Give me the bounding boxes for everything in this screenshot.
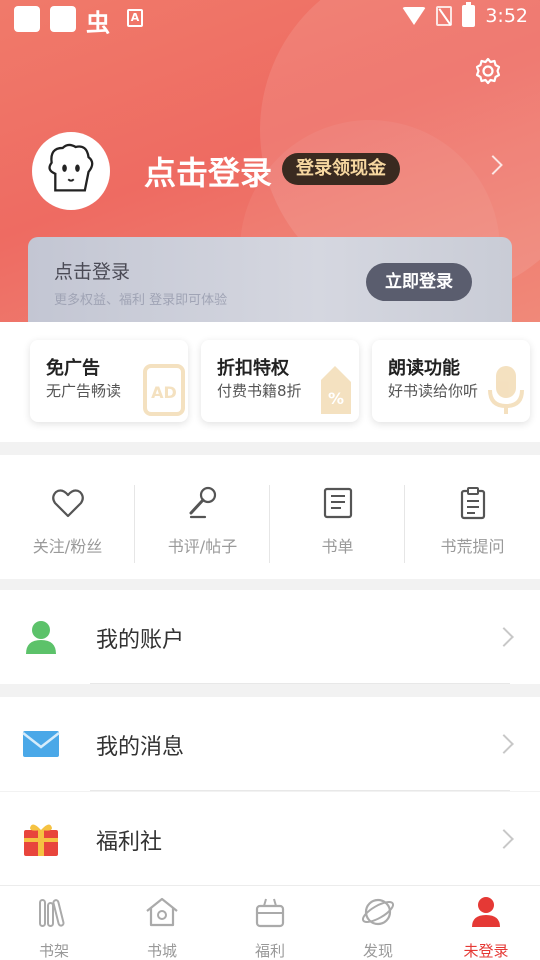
login-title[interactable]: 点击登录 — [144, 148, 272, 194]
svg-text:%: % — [328, 389, 344, 408]
tab-bookstore[interactable]: 书城 — [108, 894, 216, 960]
quick-action-label: 书单 — [321, 537, 354, 556]
perk-title: 免广告 — [46, 358, 100, 379]
menu-welfare-club[interactable]: 福利社 — [0, 792, 540, 886]
quick-book-request[interactable]: 书荒提问 — [405, 485, 540, 565]
tab-label: 书城 — [146, 942, 177, 960]
no-sim-icon — [436, 6, 453, 26]
gift-icon — [24, 824, 58, 856]
bottom-tab-bar: 书架 书城 福利 发现 未登录 — [0, 885, 540, 960]
quick-actions: 关注/粉丝 书评/帖子 书单 书荒提问 — [0, 455, 540, 579]
divider — [90, 790, 510, 791]
menu-label: 我的账户 — [96, 628, 185, 653]
chevron-right-icon — [494, 627, 514, 647]
battery-icon — [462, 2, 476, 27]
perk-subtitle: 付费书籍8折 — [217, 382, 302, 400]
tab-welfare[interactable]: 福利 — [216, 894, 324, 960]
menu-my-account[interactable]: 我的账户 — [0, 590, 540, 684]
app-notification-icon: 虫 — [86, 9, 110, 37]
avatar[interactable] — [32, 132, 110, 210]
divider — [90, 683, 510, 684]
tab-label: 书架 — [38, 942, 69, 960]
login-card-subtitle: 更多权益、福利 登录即可体验 — [54, 293, 228, 308]
svg-text:AD: AD — [151, 383, 177, 402]
tab-label: 福利 — [254, 942, 285, 960]
menu-label: 我的消息 — [96, 735, 185, 760]
perk-title: 朗读功能 — [388, 358, 460, 379]
tab-label: 发现 — [362, 942, 393, 960]
welfare-icon — [255, 898, 285, 928]
mail-icon — [22, 731, 60, 757]
user-icon — [472, 897, 500, 927]
clock: 3:52 — [485, 5, 528, 27]
perk-subtitle: 无广告畅读 — [46, 382, 122, 400]
tab-discover[interactable]: 发现 — [324, 894, 432, 960]
menu-label: 福利社 — [96, 830, 163, 855]
discover-icon — [361, 898, 395, 926]
menu-my-messages[interactable]: 我的消息 — [0, 697, 540, 791]
sheep-avatar-icon — [48, 143, 94, 192]
chevron-right-icon — [494, 829, 514, 849]
login-cash-badge[interactable]: 登录领现金 — [282, 153, 400, 185]
login-now-button[interactable]: 立即登录 — [366, 263, 472, 301]
notification-icon — [14, 6, 40, 32]
perk-subtitle: 好书读给你听 — [388, 382, 479, 400]
quick-action-label: 书荒提问 — [440, 537, 505, 556]
settings-gear-icon[interactable] — [474, 57, 502, 85]
tab-label: 未登录 — [463, 942, 509, 960]
book-list-icon — [323, 487, 352, 519]
perk-no-ads[interactable]: 免广告 无广告畅读 AD — [30, 340, 188, 422]
tab-not-logged-in[interactable]: 未登录 — [432, 894, 540, 960]
wifi-icon — [402, 7, 427, 25]
heart-icon — [51, 489, 84, 518]
quick-reviews-posts[interactable]: 书评/帖子 — [135, 485, 270, 565]
ad-icon: AD — [143, 364, 185, 416]
bookshelf-icon — [39, 899, 65, 927]
quick-action-label: 书评/帖子 — [167, 537, 238, 556]
chevron-right-icon — [494, 734, 514, 754]
sim-notification-icon: A — [127, 9, 143, 27]
microphone-icon — [488, 366, 524, 414]
status-bar: 虫 A 3:52 — [0, 0, 540, 37]
clipboard-icon — [460, 487, 485, 520]
discount-tag-icon: % — [321, 366, 351, 414]
quick-action-label: 关注/粉丝 — [32, 537, 103, 556]
perk-discount[interactable]: 折扣特权 付费书籍8折 % — [201, 340, 359, 422]
account-icon — [26, 621, 56, 654]
tab-bookshelf[interactable]: 书架 — [0, 894, 108, 960]
quick-follow-fans[interactable]: 关注/粉丝 — [0, 485, 135, 565]
microphone-icon — [189, 486, 216, 519]
notification-icon — [50, 6, 76, 32]
perk-title: 折扣特权 — [217, 358, 289, 379]
bookstore-icon — [146, 897, 178, 927]
login-card-title: 点击登录 — [54, 261, 131, 283]
quick-book-list[interactable]: 书单 — [270, 485, 405, 565]
perk-read-aloud[interactable]: 朗读功能 好书读给你听 — [372, 340, 530, 422]
